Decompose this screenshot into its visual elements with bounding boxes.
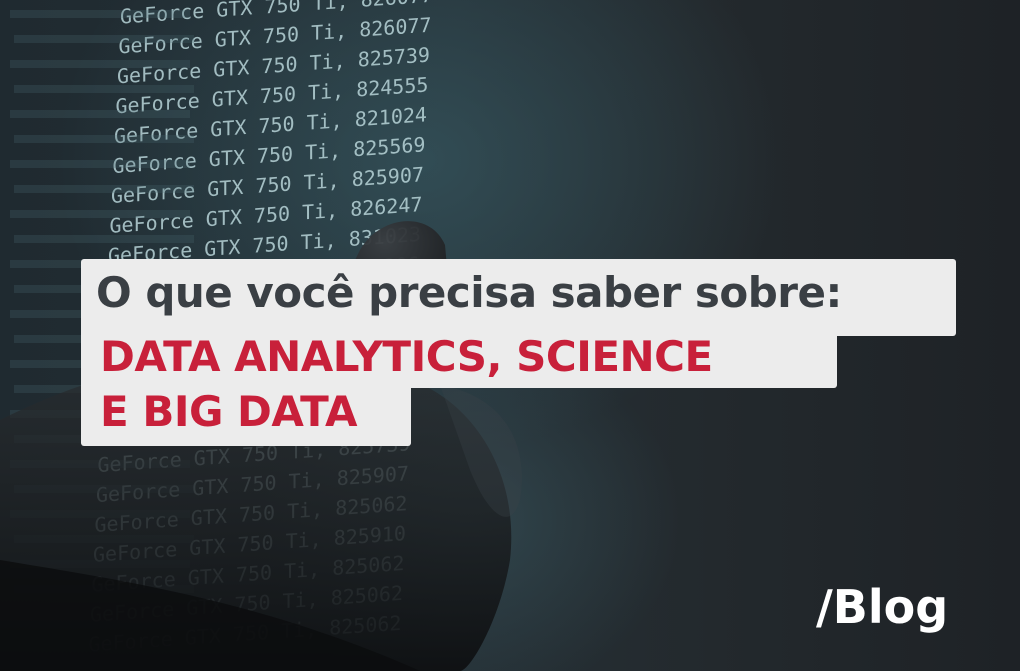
blog-label: /Blog <box>816 580 949 634</box>
headline-line2: DATA ANALYTICS, SCIENCE <box>100 332 713 381</box>
headline-line1: O que você precisa saber sobre: <box>96 268 842 317</box>
headline-line3: E BIG DATA <box>100 387 358 436</box>
